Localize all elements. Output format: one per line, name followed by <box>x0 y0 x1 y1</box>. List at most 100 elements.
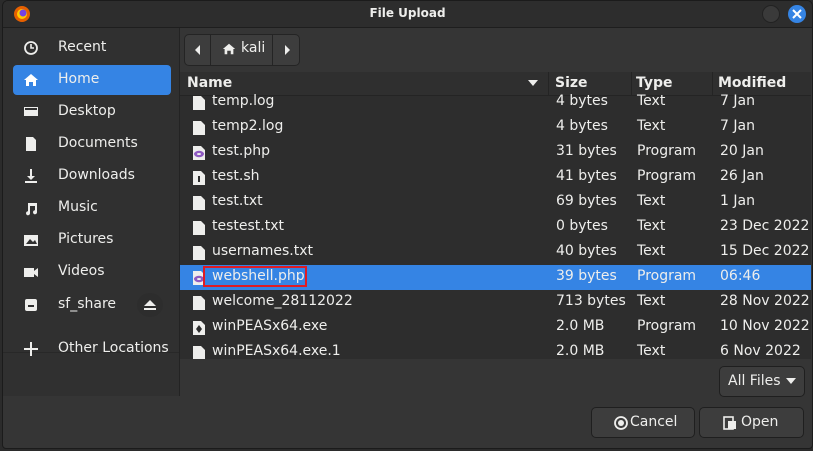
sidebar-item-desktop[interactable]: Desktop <box>13 97 171 127</box>
file-name: temp2.log <box>212 118 284 134</box>
file-name: welcome_28112022 <box>212 293 353 309</box>
column-header-modified[interactable]: Modified <box>718 75 786 91</box>
chevron-down-icon <box>786 378 796 384</box>
file-size: 69 bytes <box>556 193 617 209</box>
file-row[interactable]: winPEASx64.exe.1 2.0 MB Text 6 Nov 2022 <box>180 340 811 359</box>
file-modified: 23 Dec 2022 <box>720 218 810 234</box>
column-header-size[interactable]: Size <box>555 75 588 91</box>
sidebar-item-music[interactable]: Music <box>13 193 171 223</box>
video-icon <box>24 268 38 277</box>
file-modified: 26 Jan <box>720 168 764 184</box>
sidebar-item-label: Pictures <box>58 231 114 247</box>
file-row[interactable]: temp.log 4 bytes Text 7 Jan <box>180 90 811 115</box>
file-row[interactable]: winPEASx64.exe 2.0 MB Program 10 Nov 2022 <box>180 315 811 340</box>
file-name: winPEASx64.exe <box>212 318 328 334</box>
file-row[interactable]: webshell.php 39 bytes Program 06:46 <box>180 265 811 290</box>
file-size: 2.0 MB <box>556 318 605 334</box>
file-type: Text <box>637 118 666 134</box>
file-modified: 10 Nov 2022 <box>720 318 810 334</box>
text-file-icon <box>193 246 205 260</box>
php-file-icon <box>193 146 205 160</box>
file-row[interactable]: temp2.log 4 bytes Text 7 Jan <box>180 115 811 140</box>
cancel-button[interactable]: Cancel <box>591 407 695 438</box>
file-size: 39 bytes <box>556 268 617 284</box>
file-modified: 20 Jan <box>720 143 764 159</box>
file-size: 2.0 MB <box>556 343 605 359</box>
file-type: Program <box>637 318 697 334</box>
file-type: Program <box>637 268 697 284</box>
file-name: testest.txt <box>212 218 284 234</box>
path-segment-label: kali <box>241 40 266 56</box>
file-size: 31 bytes <box>556 143 617 159</box>
desktop-icon <box>24 107 38 116</box>
path-forward-button[interactable] <box>272 34 300 66</box>
file-type: Program <box>637 168 697 184</box>
sidebar-item-downloads[interactable]: Downloads <box>13 161 171 191</box>
executable-file-icon <box>193 321 205 335</box>
file-modified: 7 Jan <box>720 118 755 134</box>
sidebar-item-pictures[interactable]: Pictures <box>13 225 171 255</box>
open-icon <box>723 416 736 430</box>
home-icon <box>222 43 236 55</box>
file-upload-dialog: File Upload Recent Home Desktop Document… <box>2 0 813 449</box>
text-file-icon <box>193 346 205 359</box>
file-modified: 6 Nov 2022 <box>720 343 801 359</box>
sidebar-item-documents[interactable]: Documents <box>13 129 171 159</box>
picture-icon <box>24 235 38 246</box>
file-size: 4 bytes <box>556 118 608 134</box>
music-icon <box>26 203 38 216</box>
file-row[interactable]: test.sh 41 bytes Program 26 Jan <box>180 165 811 190</box>
file-modified: 15 Dec 2022 <box>720 243 810 259</box>
sidebar-item-sf-share[interactable]: sf_share <box>13 290 171 320</box>
sidebar-item-label: Videos <box>58 263 105 279</box>
places-sidebar: Recent Home Desktop Documents Downloads … <box>3 28 180 396</box>
file-name: test.php <box>212 143 270 159</box>
close-icon <box>792 9 802 19</box>
open-label: Open <box>741 414 779 430</box>
text-file-icon <box>193 296 205 310</box>
filter-label: All Files <box>728 373 781 389</box>
sidebar-item-label: Other Locations <box>58 340 169 356</box>
sidebar-item-label: Downloads <box>58 167 135 183</box>
text-file-icon <box>193 96 205 110</box>
sidebar-item-label: Desktop <box>58 103 116 119</box>
sidebar-item-other-locations[interactable]: Other Locations <box>13 334 171 364</box>
sidebar-item-label: Home <box>58 71 100 87</box>
file-row[interactable]: welcome_28112022 713 bytes Text 28 Nov 2022 <box>180 290 811 315</box>
window-title: File Upload <box>369 6 446 20</box>
eject-icon <box>144 300 156 310</box>
document-icon <box>26 137 36 151</box>
sidebar-item-recent[interactable]: Recent <box>13 33 171 63</box>
sidebar-item-label: Recent <box>58 39 107 55</box>
close-button[interactable] <box>788 5 806 23</box>
column-header-type[interactable]: Type <box>636 75 673 91</box>
column-header-name[interactable]: Name <box>187 75 232 91</box>
file-row[interactable]: test.txt 69 bytes Text 1 Jan <box>180 190 811 215</box>
open-button[interactable]: Open <box>699 407 804 438</box>
file-modified: 1 Jan <box>720 193 755 209</box>
text-file-icon <box>193 196 205 210</box>
cancel-icon <box>614 416 628 430</box>
minimize-button[interactable] <box>762 5 780 23</box>
file-modified: 06:46 <box>720 268 761 284</box>
sidebar-item-home[interactable]: Home <box>13 65 171 95</box>
path-segment-home[interactable]: kali <box>210 34 274 66</box>
eject-button[interactable] <box>137 293 163 317</box>
file-size: 713 bytes <box>556 293 626 309</box>
script-file-icon <box>193 171 205 185</box>
path-back-button[interactable] <box>184 34 212 66</box>
file-size: 41 bytes <box>556 168 617 184</box>
file-name: test.txt <box>212 193 263 209</box>
file-row[interactable]: usernames.txt 40 bytes Text 15 Dec 2022 <box>180 240 811 265</box>
file-type-filter[interactable]: All Files <box>719 366 805 397</box>
text-file-icon <box>193 121 205 135</box>
file-row[interactable]: test.php 31 bytes Program 20 Jan <box>180 140 811 165</box>
file-name: winPEASx64.exe.1 <box>212 343 341 359</box>
sort-arrow-icon <box>528 80 538 86</box>
file-row[interactable]: testest.txt 0 bytes Text 23 Dec 2022 <box>180 215 811 240</box>
sidebar-item-videos[interactable]: Videos <box>13 257 171 287</box>
file-modified: 7 Jan <box>720 93 755 109</box>
file-size: 0 bytes <box>556 218 608 234</box>
file-size: 40 bytes <box>556 243 617 259</box>
file-type: Text <box>637 218 666 234</box>
